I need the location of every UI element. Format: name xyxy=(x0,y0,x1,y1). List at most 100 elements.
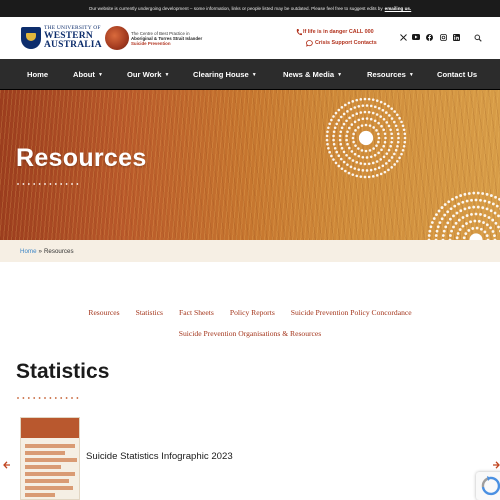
dot-art-dot xyxy=(380,124,383,128)
dot-art-dot xyxy=(357,147,360,150)
dot-art-dot xyxy=(489,226,492,230)
subnav-policy-reports[interactable]: Policy Reports xyxy=(230,308,275,317)
subnav-policy-concordance[interactable]: Suicide Prevention Policy Concordance xyxy=(291,308,412,317)
nav-home[interactable]: Home xyxy=(27,59,48,90)
dot-art-dot xyxy=(485,223,489,227)
dot-art-dot xyxy=(377,140,380,144)
dot-art-dot xyxy=(384,162,388,165)
instagram-icon[interactable] xyxy=(439,33,447,41)
infographic-caption-link[interactable]: Suicide Statistics Infographic 2023 xyxy=(86,451,233,462)
dot-art-dot xyxy=(342,112,346,116)
dot-art-dot xyxy=(355,161,359,164)
dot-art-dot xyxy=(479,227,483,231)
dot-art-dot xyxy=(360,124,364,127)
dot-art-dot xyxy=(373,167,377,171)
dot-art-dot xyxy=(330,118,333,122)
nav-contact-us[interactable]: Contact Us xyxy=(437,59,477,90)
nav-our-work[interactable]: Our Work ▼ xyxy=(127,59,169,90)
infographic-thumbnail[interactable] xyxy=(20,417,80,500)
dot-art-dot xyxy=(494,195,497,199)
breadcrumb-home-link[interactable]: Home xyxy=(20,248,37,255)
dot-art-dot xyxy=(379,100,383,104)
dot-art-dot xyxy=(339,115,343,119)
dot-art-dot xyxy=(332,130,336,134)
dot-art-dot xyxy=(375,99,379,102)
dot-art-dot xyxy=(491,218,495,222)
subnav-statistics[interactable]: Statistics xyxy=(136,308,163,317)
dot-art-dot xyxy=(327,146,330,150)
danger-call-link[interactable]: If life is in danger CALL 000 xyxy=(303,29,374,35)
dot-art-dot xyxy=(377,106,381,110)
email-us-link[interactable]: emailing us. xyxy=(385,6,412,11)
dot-art-dot xyxy=(377,151,380,155)
recaptcha-badge[interactable] xyxy=(476,472,500,500)
nav-about[interactable]: About ▼ xyxy=(73,59,103,90)
dot-art-dot xyxy=(403,140,407,144)
arrow-left-icon[interactable] xyxy=(3,460,11,470)
nav-resources[interactable]: Resources ▼ xyxy=(367,59,414,90)
dot-art-dot xyxy=(346,142,349,146)
dot-art-dot xyxy=(476,191,480,195)
dot-art-dot xyxy=(465,214,469,217)
thumbnail-row xyxy=(25,486,73,490)
arrow-right-icon[interactable] xyxy=(492,460,500,470)
crisis-support-link[interactable]: Crisis Support Contacts xyxy=(315,40,377,46)
thumbnail-row xyxy=(25,479,69,483)
dot-art-dot xyxy=(443,203,447,206)
dot-art-dot xyxy=(396,159,399,163)
dot-art-dot xyxy=(436,225,440,229)
dot-art-dot xyxy=(327,126,330,130)
nav-clearing-house-label: Clearing House xyxy=(193,70,249,79)
dot-art-dot xyxy=(347,171,351,175)
subnav-resources[interactable]: Resources xyxy=(88,308,119,317)
dot-art-dot xyxy=(332,115,335,118)
dot-art-dot xyxy=(382,144,385,148)
dot-art-dot xyxy=(441,234,445,237)
dot-art-dot xyxy=(371,161,375,165)
centre-logo-text[interactable]: The Centre of Best Practice in Aborigina… xyxy=(131,31,202,47)
subnav-fact-sheets[interactable]: Fact Sheets xyxy=(179,308,214,317)
nav-clearing-house[interactable]: Clearing House ▼ xyxy=(193,59,257,90)
dot-art-dot xyxy=(485,234,489,238)
dot-art-dot xyxy=(451,197,454,201)
dot-art-dot xyxy=(357,154,361,158)
search-icon[interactable] xyxy=(474,34,482,42)
facebook-icon[interactable] xyxy=(425,33,433,41)
dot-art-dot xyxy=(446,221,450,225)
youtube-icon[interactable] xyxy=(412,33,420,41)
nav-news-media[interactable]: News & Media ▼ xyxy=(283,59,342,90)
dot-art-dot xyxy=(389,128,392,132)
dot-art-dot xyxy=(449,207,453,211)
breadcrumb-current: Resources xyxy=(43,247,74,255)
subnav-organisations-resources[interactable]: Suicide Prevention Organisations & Resou… xyxy=(179,329,321,338)
uwa-crest-icon[interactable] xyxy=(21,27,41,49)
dot-art-dot xyxy=(354,129,357,132)
dot-art-dot xyxy=(476,205,480,209)
linkedin-icon[interactable] xyxy=(452,33,460,41)
dot-art-dot xyxy=(382,117,386,121)
dot-art-dot xyxy=(363,162,367,166)
dot-art-dot xyxy=(357,126,360,129)
dot-art-dot xyxy=(401,124,405,128)
dot-art-dot xyxy=(385,121,389,124)
dot-art-dot xyxy=(340,167,344,170)
dot-art-dot xyxy=(330,154,333,158)
nav-news-media-label: News & Media xyxy=(283,70,335,79)
x-icon[interactable] xyxy=(399,33,407,41)
dot-art-dot xyxy=(463,192,467,196)
dot-art-dot xyxy=(457,202,461,206)
dot-art-dot xyxy=(390,140,393,144)
dot-art-dot xyxy=(351,159,355,162)
uwa-logo[interactable]: THE UNIVERSITY OF WESTERN AUSTRALIA xyxy=(44,25,102,51)
dot-art-dot xyxy=(369,117,373,121)
dot-art-dot xyxy=(363,110,367,114)
centre-logo-icon[interactable] xyxy=(105,26,129,50)
dot-art-dot xyxy=(342,122,346,126)
resources-subnav-row-2: Suicide Prevention Organisations & Resou… xyxy=(0,329,500,338)
dot-art-dot xyxy=(396,144,399,148)
dot-art-dot xyxy=(390,107,393,110)
dot-art-dot xyxy=(495,204,499,208)
dot-art-dot xyxy=(453,204,457,208)
dot-art-dot xyxy=(459,194,463,197)
dot-art-dot xyxy=(393,120,396,124)
